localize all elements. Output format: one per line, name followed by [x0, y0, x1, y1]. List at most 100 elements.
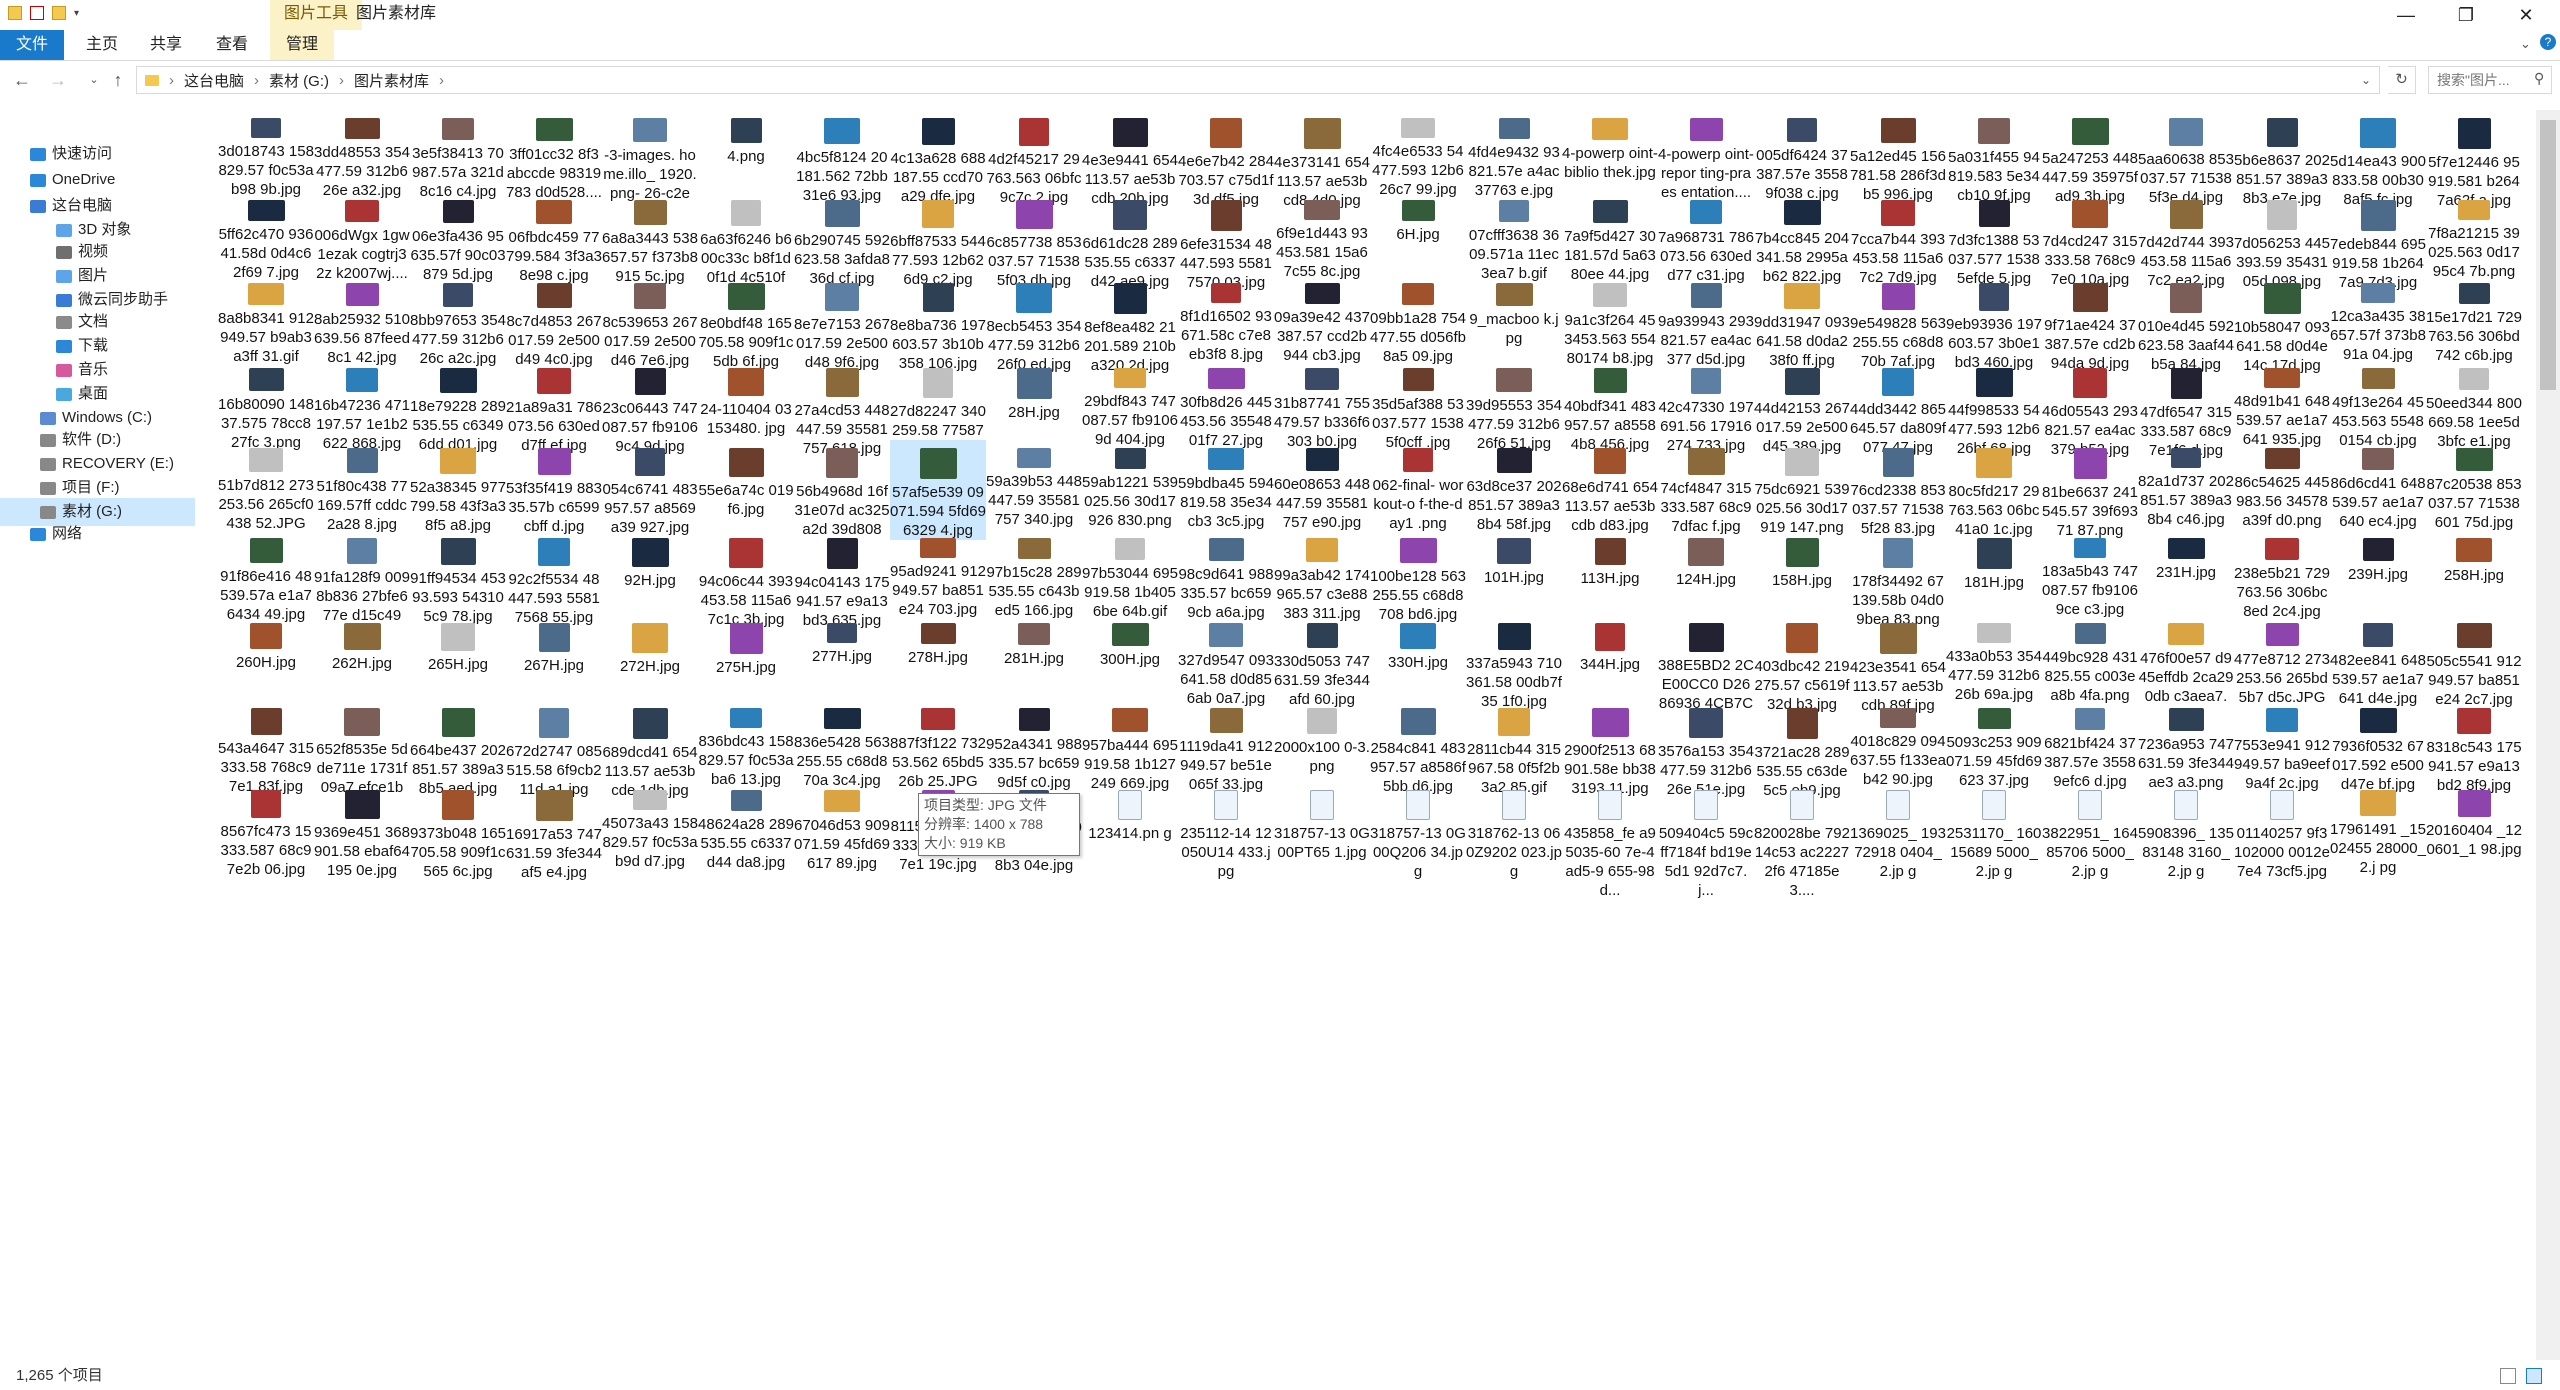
file-item[interactable]: 7936f0532 67017.592 e500d47e bf.jpg [2330, 700, 2426, 794]
file-item[interactable]: 101H.jpg [1466, 530, 1562, 587]
file-item[interactable]: 24-110404 03153480. jpg [698, 360, 794, 438]
file-item[interactable]: 3ff01cc32 8f3abccde 98319783 d0d528.... [506, 110, 602, 202]
file-item[interactable]: 158H.jpg [1754, 530, 1850, 590]
file-item[interactable]: 97b15c28 289535.55 c643bed5 166.jpg [986, 530, 1082, 620]
file-item[interactable]: 86c54625 445983.56 34578a39f d0.png [2234, 440, 2330, 530]
help-icon[interactable]: ? [2540, 34, 2556, 50]
file-item[interactable]: 7d3fc1388 53037.577 15385efde 5.jpg [1946, 192, 2042, 288]
file-item[interactable]: 7a9f5d427 30181.57d 5a6380ee 44.jpg [1562, 192, 1658, 284]
file-item[interactable]: 1119da41 912949.57 be51e065f 33.jpg [1178, 700, 1274, 794]
file-item[interactable]: 278H.jpg [890, 615, 986, 667]
file-item[interactable]: 267H.jpg [506, 615, 602, 675]
file-item[interactable]: 98c9d641 988335.57 bc6599cb a6a.jpg [1178, 530, 1274, 622]
file-item[interactable]: 8f1d16502 93671.58c c7e8eb3f8 8.jpg [1178, 275, 1274, 364]
file-item[interactable]: 16b80090 14837.575 78cc827fc 3.png [218, 360, 314, 452]
file-item[interactable]: 5a031f455 94819.583 5e34cb10 9f.jpg [1946, 110, 2042, 205]
up-arrow-icon[interactable]: ↑ [106, 68, 130, 92]
file-item[interactable]: 68e6d741 654113.57 ae53bcdb d83.jpg [1562, 440, 1658, 535]
file-item[interactable]: 836e5428 563255.55 c68d870a 3c4.jpg [794, 700, 890, 790]
file-item[interactable]: 48d91b41 648539.57 ae1a7641 935.jpg [2234, 360, 2330, 449]
file-item[interactable]: 123414.pn g [1082, 782, 1178, 843]
file-item[interactable]: 74cf4847 315333.587 68c97dfac f.jpg [1658, 440, 1754, 536]
file-item[interactable]: 09bb1a28 754477.55 d056fb8a5 09.jpg [1370, 275, 1466, 366]
file-item[interactable]: 005df6424 37387.57e 35589f038 c.jpg [1754, 110, 1850, 203]
file-item[interactable]: 59bdba45 594819.58 35e34cb3 3c5.jpg [1178, 440, 1274, 531]
file-item[interactable]: 330d5053 747631.59 3fe344afd 60.jpg [1274, 615, 1370, 709]
file-item[interactable]: 258H.jpg [2426, 530, 2522, 585]
file-item[interactable]: 281H.jpg [986, 615, 1082, 668]
tab-manage[interactable]: 管理 [270, 30, 334, 60]
file-item[interactable]: 48624a28 289535.55 c6337d44 da8.jpg [698, 782, 794, 872]
file-item[interactable]: 3d018743 158829.57 f0c53ab98 9b.jpg [218, 110, 314, 199]
file-item[interactable]: 45073a43 158829.57 f0c53ab9d d7.jpg [602, 782, 698, 871]
file-item[interactable]: 330H.jpg [1370, 615, 1466, 672]
file-item[interactable]: 17961491 _1502455 28000_2.j pg [2330, 782, 2426, 877]
file-item[interactable]: 957ba444 695919.58 1b127249 669.jpg [1082, 700, 1178, 793]
breadcrumb-drive-g[interactable]: 素材 (G:) [269, 70, 329, 91]
file-item[interactable]: 87c20538 853037.57 71538601 75d.jpg [2426, 440, 2522, 532]
file-item[interactable]: 29bdf843 747087.57 fb91069d 404.jpg [1082, 360, 1178, 449]
file-item[interactable]: 337a5943 710361.58 00db7f35 1f0.jpg [1466, 615, 1562, 711]
file-item[interactable]: 51b7d812 273253.56 265cf0438 52.JPG [218, 440, 314, 533]
file-item[interactable]: 16917a53 747631.59 3fe344af5 e4.jpg [506, 782, 602, 882]
sidebar-item-network[interactable]: 网络 [0, 520, 195, 548]
properties-icon[interactable] [30, 6, 44, 20]
file-item[interactable]: 53f35f419 88335.57b c6599cbff d.jpg [506, 440, 602, 536]
file-item[interactable]: 7f8a21215 39025.563 0d1795c4 7b.png [2426, 192, 2522, 281]
file-item[interactable]: 006dWgx 1gw1ezak cogtrj32z k2007wj.... [314, 192, 410, 283]
file-item[interactable]: 509404c5 59cff7184f bd19e5d1 92d7c7.j... [1658, 782, 1754, 900]
file-item[interactable]: 9373b048 165705.58 909f1c565 6c.jpg [410, 782, 506, 881]
file-item[interactable]: 300H.jpg [1082, 615, 1178, 669]
tab-view[interactable]: 查看 [200, 30, 264, 60]
chevron-right-icon[interactable]: › [169, 72, 174, 89]
file-item[interactable]: 8e8ba736 197603.57 3b10b358 106.jpg [890, 275, 986, 373]
tab-home[interactable]: 主页 [72, 30, 132, 60]
file-item[interactable]: 262H.jpg [314, 615, 410, 673]
file-item[interactable]: 8318c543 175941.57 e9a13bd2 8f9.jpg [2426, 700, 2522, 795]
file-item[interactable]: 318757-13 0G00Q206 34.jpg [1370, 782, 1466, 881]
file-item[interactable]: 75dc6921 539025.56 30d17919 147.png [1754, 440, 1850, 537]
file-item[interactable]: 449bc928 431825.55 c003ea8b 4fa.png [2042, 615, 2138, 705]
file-item[interactable]: 86d6cd41 648539.57 ae1a7640 ec4.jpg [2330, 440, 2426, 531]
file-item[interactable]: 9eb93936 197603.57 3b0e1bd3 460.jpg [1946, 275, 2042, 372]
file-item[interactable]: 63d8ce37 202851.57 389a38b4 58f.jpg [1466, 440, 1562, 534]
file-item[interactable]: 952a4341 988335.57 bc6599d5f c0.jpg [986, 700, 1082, 792]
file-item[interactable]: 9f71ae424 37387.57e cd2b94da 9d.jpg [2042, 275, 2138, 373]
file-item[interactable]: 8567fc473 15333.587 68c97e2b 06.jpg [218, 782, 314, 879]
file-item[interactable]: 124H.jpg [1658, 530, 1754, 589]
file-item[interactable]: 9_macboo k.jpg [1466, 275, 1562, 348]
file-item[interactable]: 06fbdc459 77799.584 3f3a38e98 c.jpg [506, 192, 602, 285]
file-item[interactable]: 20160404 _120601_1 98.jpg [2426, 782, 2522, 859]
tab-share[interactable]: 共享 [136, 30, 196, 60]
file-item[interactable]: 100be128 563255.55 c68d8708 bd6.jpg [1370, 530, 1466, 624]
file-item[interactable]: 51f80c438 77169.57ff cddc2a28 8.jpg [314, 440, 410, 534]
file-item[interactable]: 30fb8d26 445453.56 3554801f7 27.jpg [1178, 360, 1274, 450]
file-item[interactable]: 2000x100 0-3.png [1274, 700, 1370, 776]
file-item[interactable]: 265H.jpg [410, 615, 506, 674]
file-item[interactable]: 5ff62c470 93641.58d 0d4c62f69 7.jpg [218, 192, 314, 282]
file-item[interactable]: 8a8b8341 912949.57 b9ab3a3ff 31.gif [218, 275, 314, 366]
chevron-down-icon[interactable]: ▾ [74, 8, 79, 19]
forward-arrow-icon[interactable]: → [46, 68, 70, 92]
file-item[interactable]: 7236a953 747631.59 3fe344ae3 a3.png [2138, 700, 2234, 792]
file-item[interactable]: 183a5b43 747087.57 fb91069ce c3.jpg [2042, 530, 2138, 619]
tab-file[interactable]: 文件 [0, 30, 64, 60]
file-item[interactable]: 433a0b53 354477.59 312b626b 69a.jpg [1946, 615, 2042, 704]
scrollbar-thumb[interactable] [2540, 120, 2556, 390]
file-item[interactable]: 4018c829 094637.55 f133eab42 90.jpg [1850, 700, 1946, 789]
file-item[interactable]: 8c7d4853 267017.59 2e500d49 4c0.jpg [506, 275, 602, 369]
file-item[interactable]: 4bc5f8124 20181.562 72bb31e6 93.jpg [794, 110, 890, 205]
file-item[interactable]: 9e549828 563255.55 c68d870b 7af.jpg [1850, 275, 1946, 371]
chevron-right-icon[interactable]: › [439, 72, 444, 89]
file-item[interactable]: 4-powerp oint-repor ting-praes entation.… [1658, 110, 1754, 202]
file-item[interactable]: 327d9547 093641.58 d0d856ab 0a7.jpg [1178, 615, 1274, 708]
file-item[interactable]: 8ab25932 510639.56 87feed8c1 42.jpg [314, 275, 410, 367]
file-item[interactable]: 8c539653 267017.59 2e500d46 7e6.jpg [602, 275, 698, 370]
file-item[interactable]: 181H.jpg [1946, 530, 2042, 592]
file-item[interactable]: 09a39e42 437387.57 ccd2b944 cb3.jpg [1274, 275, 1370, 365]
file-item[interactable]: 15e17d21 729763.56 306bd742 c6b.jpg [2426, 275, 2522, 365]
file-item[interactable]: 6H.jpg [1370, 192, 1466, 244]
recent-locations-chevron-icon[interactable]: ⌄ [82, 68, 106, 92]
file-item[interactable]: 3dd48553 354477.59 312b626e a32.jpg [314, 110, 410, 200]
file-item[interactable]: 113H.jpg [1562, 530, 1658, 588]
